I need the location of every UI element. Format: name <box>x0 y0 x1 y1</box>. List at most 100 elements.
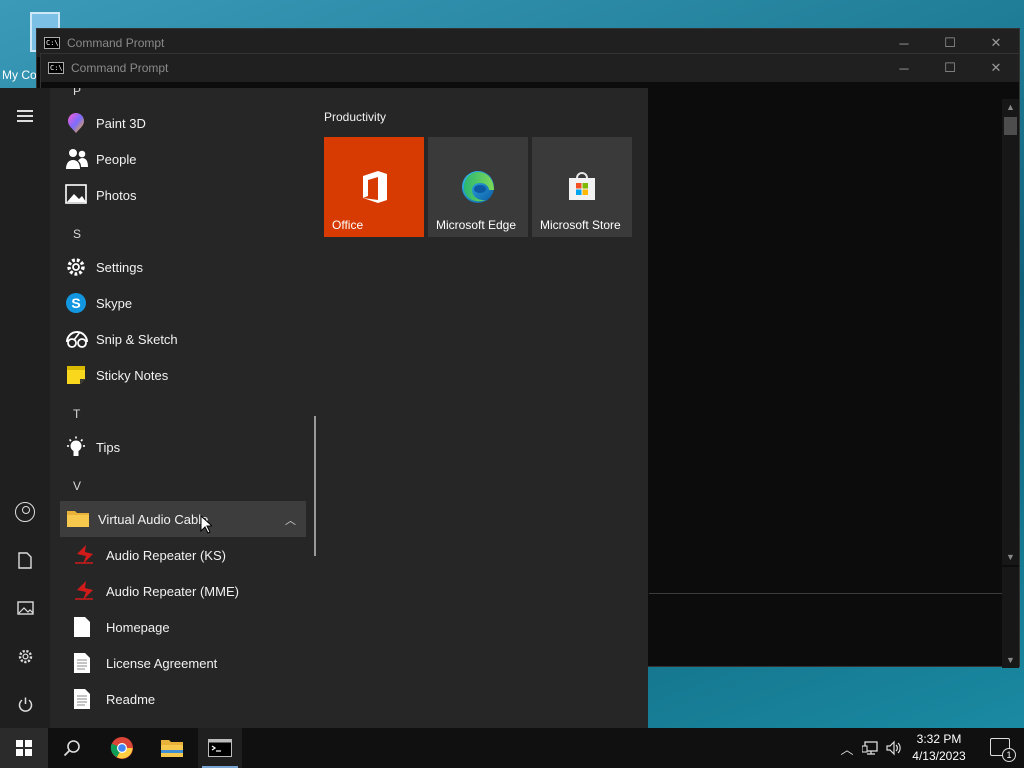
app-item-tips[interactable]: Tips <box>60 429 306 465</box>
app-label: Skype <box>96 295 133 311</box>
store-bag-icon <box>569 172 595 200</box>
folder-icon <box>161 740 183 757</box>
audio-repeater-icon <box>73 580 95 602</box>
app-item-license-agreement[interactable]: License Agreement <box>60 645 306 681</box>
app-label: Snip & Sketch <box>96 331 178 347</box>
tile-label: Office <box>332 218 364 232</box>
close-button[interactable]: ✕ <box>973 54 1019 82</box>
audio-repeater-icon <box>73 544 95 566</box>
app-item-skype[interactable]: S Skype <box>60 285 306 321</box>
app-label: Readme <box>106 691 156 707</box>
tile-label: Microsoft Store <box>540 218 621 232</box>
clock-time: 3:32 PM <box>916 732 962 746</box>
tile-office[interactable]: Office <box>324 137 424 237</box>
scroll-up-arrow-icon[interactable]: ▲ <box>1002 99 1019 115</box>
console-scrollbar-lower[interactable]: ▼ <box>1002 567 1019 668</box>
documents-button[interactable] <box>0 540 50 580</box>
picture-icon <box>16 601 34 615</box>
folder-virtual-audio-cable[interactable]: Virtual Audio Cable ︿ <box>60 501 306 537</box>
chrome-icon <box>110 737 133 759</box>
chevron-up-icon[interactable]: ︿ <box>838 739 856 758</box>
power-icon <box>18 697 32 712</box>
svg-text:S: S <box>71 295 80 311</box>
letter-header[interactable]: S <box>73 227 81 241</box>
letter-header[interactable]: V <box>73 479 81 493</box>
taskbar-command-prompt[interactable] <box>198 728 242 768</box>
folder-icon <box>66 508 89 530</box>
account-button[interactable] <box>0 492 50 532</box>
console-scrollbar[interactable]: ▲ ▼ <box>1002 99 1019 565</box>
network-icon[interactable] <box>862 740 878 756</box>
people-icon <box>65 148 88 170</box>
app-item-snip-sketch[interactable]: Snip & Sketch <box>60 321 306 357</box>
letter-header[interactable]: P <box>73 88 81 98</box>
document-icon <box>18 551 32 569</box>
settings-button[interactable] <box>0 636 50 676</box>
volume-icon[interactable] <box>886 740 902 756</box>
office-icon <box>363 171 387 203</box>
power-button[interactable] <box>0 684 50 724</box>
tile-microsoft-edge[interactable]: Microsoft Edge <box>428 137 528 237</box>
search-icon <box>63 740 80 757</box>
app-label: Tips <box>96 439 121 455</box>
scroll-down-arrow-icon[interactable]: ▼ <box>1002 652 1019 668</box>
window-titlebar[interactable]: C:\ Command Prompt ─ ☐ ✕ <box>41 54 1019 82</box>
app-label: License Agreement <box>106 655 218 671</box>
start-button[interactable] <box>0 728 48 768</box>
app-label: Sticky Notes <box>96 367 169 383</box>
app-label: Photos <box>96 187 137 203</box>
app-label: Audio Repeater (KS) <box>106 547 226 563</box>
app-list[interactable]: P Paint 3D People Photos S Settings S Sk… <box>50 88 320 728</box>
start-menu-rail <box>0 88 50 728</box>
start-menu: P Paint 3D People Photos S Settings S Sk… <box>0 88 648 728</box>
scrollbar-thumb[interactable] <box>1004 117 1017 135</box>
tile-microsoft-store[interactable]: Microsoft Store <box>532 137 632 237</box>
window-title: Command Prompt <box>67 36 165 50</box>
notification-center-button[interactable]: 1 <box>990 738 1016 762</box>
skype-icon: S <box>65 292 87 314</box>
app-item-paint-3d[interactable]: Paint 3D <box>60 105 306 141</box>
photos-icon <box>65 184 87 206</box>
mouse-cursor-icon <box>200 515 212 534</box>
maximize-button[interactable]: ☐ <box>927 54 973 82</box>
taskbar-chrome[interactable] <box>98 728 146 768</box>
app-item-photos[interactable]: Photos <box>60 177 306 213</box>
app-item-readme[interactable]: Readme <box>60 681 306 717</box>
app-label: Settings <box>96 259 143 275</box>
desktop-icon-label: My Co <box>2 68 37 82</box>
notification-count-badge: 1 <box>1002 748 1016 762</box>
gear-icon <box>65 256 87 278</box>
app-label: Homepage <box>106 619 170 635</box>
app-item-audio-repeater-mme[interactable]: Audio Repeater (MME) <box>60 573 306 609</box>
app-list-scrollbar[interactable] <box>314 416 316 556</box>
system-tray: ︿ <box>838 728 902 768</box>
app-item-homepage[interactable]: Homepage <box>60 609 306 645</box>
document-icon <box>73 616 95 638</box>
chevron-up-icon[interactable]: ︿ <box>285 512 296 528</box>
snip-sketch-icon <box>65 328 88 350</box>
pictures-button[interactable] <box>0 588 50 628</box>
search-button[interactable] <box>48 728 96 768</box>
app-item-people[interactable]: People <box>60 141 306 177</box>
taskbar: ︿ 3:32 PM 4/13/2023 1 <box>0 728 1024 768</box>
taskbar-clock[interactable]: 3:32 PM 4/13/2023 <box>904 731 974 765</box>
paint3d-icon <box>65 112 87 134</box>
text-document-icon <box>73 652 95 674</box>
folder-label: Virtual Audio Cable <box>98 511 209 527</box>
app-item-settings[interactable]: Settings <box>60 249 306 285</box>
lightbulb-icon <box>65 436 87 458</box>
text-document-icon <box>73 688 95 710</box>
tile-group-title[interactable]: Productivity <box>324 110 386 124</box>
expand-menu-button[interactable] <box>0 96 50 136</box>
taskbar-file-explorer[interactable] <box>148 728 196 768</box>
windows-logo-icon <box>16 740 32 756</box>
cmd-icon: C:\ <box>44 37 60 49</box>
cmd-icon <box>208 739 232 757</box>
scroll-down-arrow-icon[interactable]: ▼ <box>1002 549 1019 565</box>
gear-icon <box>18 649 32 663</box>
letter-header[interactable]: T <box>73 407 80 421</box>
app-item-sticky-notes[interactable]: Sticky Notes <box>60 357 306 393</box>
app-item-audio-repeater-ks[interactable]: Audio Repeater (KS) <box>60 537 306 573</box>
app-label: Paint 3D <box>96 115 146 131</box>
minimize-button[interactable]: ─ <box>881 54 927 82</box>
